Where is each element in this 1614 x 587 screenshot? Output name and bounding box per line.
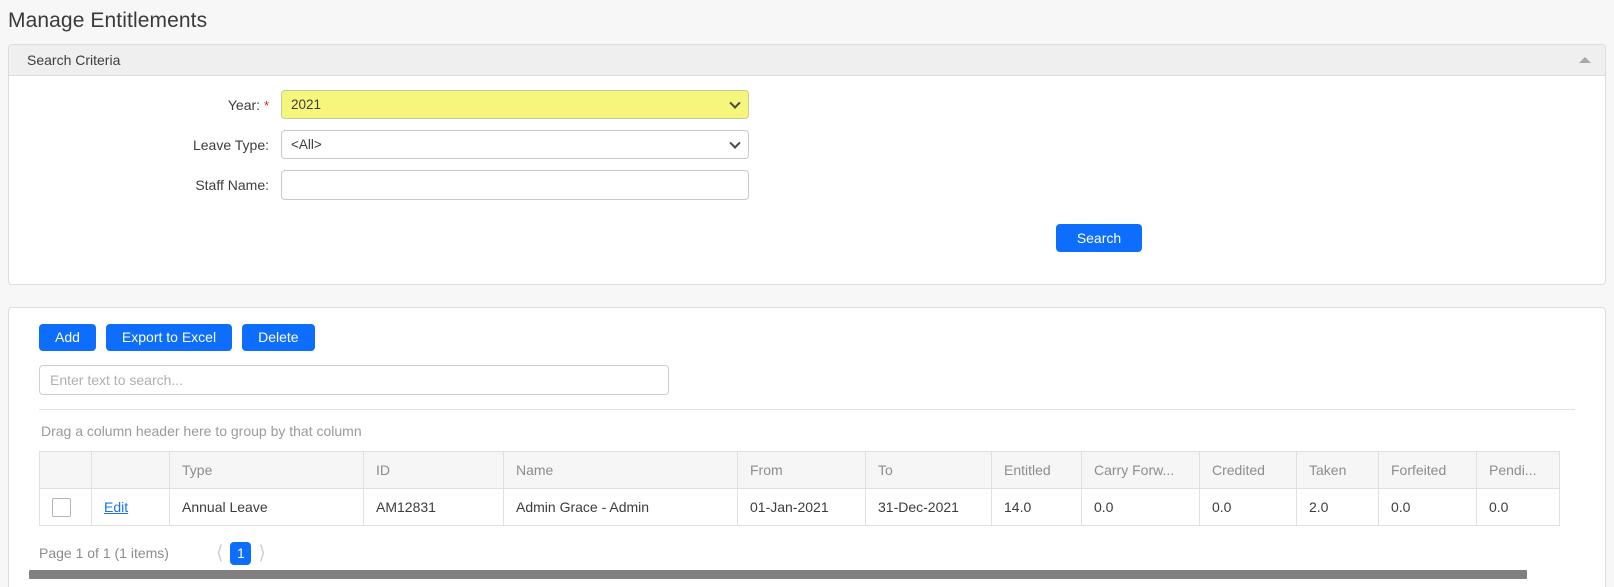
cell-credited: 0.0 (1199, 488, 1297, 526)
grid-scroll-container: Type ID Name From To Entitled Carry Forw... Cre… (39, 451, 1575, 526)
column-header-taken[interactable]: Taken (1296, 451, 1379, 489)
search-form-bottom-padding (9, 252, 1605, 284)
edit-link[interactable]: Edit (104, 499, 128, 515)
column-header-name[interactable]: Name (503, 451, 738, 489)
export-to-excel-button[interactable]: Export to Excel (105, 324, 233, 351)
cell-forfeited: 0.0 (1378, 488, 1477, 526)
search-criteria-title: Search Criteria (27, 52, 121, 68)
year-select[interactable]: 2021 (281, 90, 749, 119)
search-form-right-column: Employee Status: Active Department: <All… (769, 90, 1614, 211)
year-row: Year: * 2021 (9, 90, 769, 119)
grid-pager: Page 1 of 1 (1 items) ⟨ 1 ⟩ (9, 526, 1605, 570)
leave-type-control: <All> (281, 130, 749, 159)
department-label: Department: (769, 137, 1614, 153)
pager-page-1[interactable]: 1 (230, 541, 252, 565)
leave-type-row: Leave Type: <All> (9, 130, 769, 159)
row-select-cell (39, 488, 92, 526)
table-head: Type ID Name From To Entitled Carry Forw... Cre… (39, 451, 1560, 489)
cell-pending: 0.0 (1476, 488, 1560, 526)
column-header-carry[interactable]: Carry Forw... (1081, 451, 1200, 489)
page-root: Manage Entitlements Search Criteria Year… (0, 0, 1614, 587)
staff-name-control (281, 170, 749, 200)
horizontal-scrollbar-thumb[interactable] (29, 570, 1527, 579)
page-title: Manage Entitlements (8, 9, 208, 32)
employee-status-label: Employee Status: (769, 97, 1614, 113)
cell-entitled: 14.0 (991, 488, 1082, 526)
grid-search-input[interactable] (39, 365, 669, 395)
search-button-row: Search (9, 211, 1605, 252)
add-button[interactable]: Add (39, 324, 96, 351)
column-header-pending[interactable]: Pendi... (1476, 451, 1560, 489)
year-required-marker: * (263, 97, 269, 113)
table-row[interactable]: Edit Annual Leave AM12831 Admin Grace - Adm… (39, 488, 1560, 526)
cell-id: AM12831 (363, 488, 504, 526)
grid-search-wrap (9, 351, 1605, 395)
search-button-spacer (9, 224, 1056, 252)
table-body: Edit Annual Leave AM12831 Admin Grace - Adm… (39, 488, 1560, 526)
leave-type-select[interactable]: <All> (281, 130, 749, 159)
entitlements-table: Type ID Name From To Entitled Carry Forw... Cre… (39, 451, 1560, 526)
department-row: Department: <All> (769, 130, 1614, 159)
entitlements-grid-card: Add Export to Excel Delete Drag a column… (8, 307, 1606, 587)
search-form: Year: * 2021 Leave Type: <All> Staff Nam… (9, 76, 1605, 211)
year-label-text: Year: (227, 96, 261, 113)
chevron-right-icon[interactable]: ⟩ (251, 544, 272, 563)
year-control: 2021 (281, 90, 749, 119)
search-criteria-header[interactable]: Search Criteria (9, 45, 1605, 76)
pager-info: Page 1 of 1 (1 items) (39, 545, 169, 561)
horizontal-scrollbar-track[interactable] (29, 570, 1575, 579)
cell-from: 01-Jan-2021 (737, 488, 866, 526)
staff-name-input[interactable] (281, 170, 749, 200)
delete-button[interactable]: Delete (242, 324, 315, 351)
column-header-forfeited[interactable]: Forfeited (1378, 451, 1477, 489)
column-header-edit[interactable] (91, 451, 170, 489)
cell-to: 31-Dec-2021 (865, 488, 992, 526)
grid-card-bottom-padding (9, 579, 1605, 587)
employee-status-row: Employee Status: Active (769, 90, 1614, 119)
column-header-id[interactable]: ID (363, 451, 504, 489)
staff-name-label: Staff Name: (195, 177, 269, 193)
search-form-left-column: Year: * 2021 Leave Type: <All> Staff Nam… (9, 90, 769, 211)
search-criteria-card: Search Criteria Year: * 2021 Leave Type: (8, 44, 1606, 285)
search-criteria-body: Year: * 2021 Leave Type: <All> Staff Nam… (9, 76, 1605, 284)
column-header-to[interactable]: To (865, 451, 992, 489)
row-edit-cell: Edit (91, 488, 170, 526)
year-label: Year: * (9, 97, 281, 113)
row-checkbox[interactable] (52, 497, 71, 517)
table-header-row: Type ID Name From To Entitled Carry Forw... Cre… (39, 451, 1560, 489)
search-button[interactable]: Search (1056, 224, 1142, 252)
column-header-entitled[interactable]: Entitled (991, 451, 1082, 489)
column-header-type[interactable]: Type (169, 451, 364, 489)
leave-type-label: Leave Type: (192, 136, 269, 153)
cell-name: Admin Grace - Admin (503, 488, 738, 526)
column-header-select[interactable] (39, 451, 92, 489)
cell-taken: 2.0 (1296, 488, 1379, 526)
staff-name-row: Staff Name: (9, 170, 769, 200)
column-header-from[interactable]: From (737, 451, 866, 489)
group-by-drop-panel[interactable]: Drag a column header here to group by th… (39, 409, 1575, 451)
chevron-left-icon[interactable]: ⟨ (209, 544, 230, 563)
grid-toolbar: Add Export to Excel Delete (9, 308, 1605, 351)
caret-up-icon[interactable] (1579, 57, 1591, 63)
column-header-credited[interactable]: Credited (1199, 451, 1297, 489)
cell-type: Annual Leave (169, 488, 364, 526)
cell-carry: 0.0 (1081, 488, 1200, 526)
